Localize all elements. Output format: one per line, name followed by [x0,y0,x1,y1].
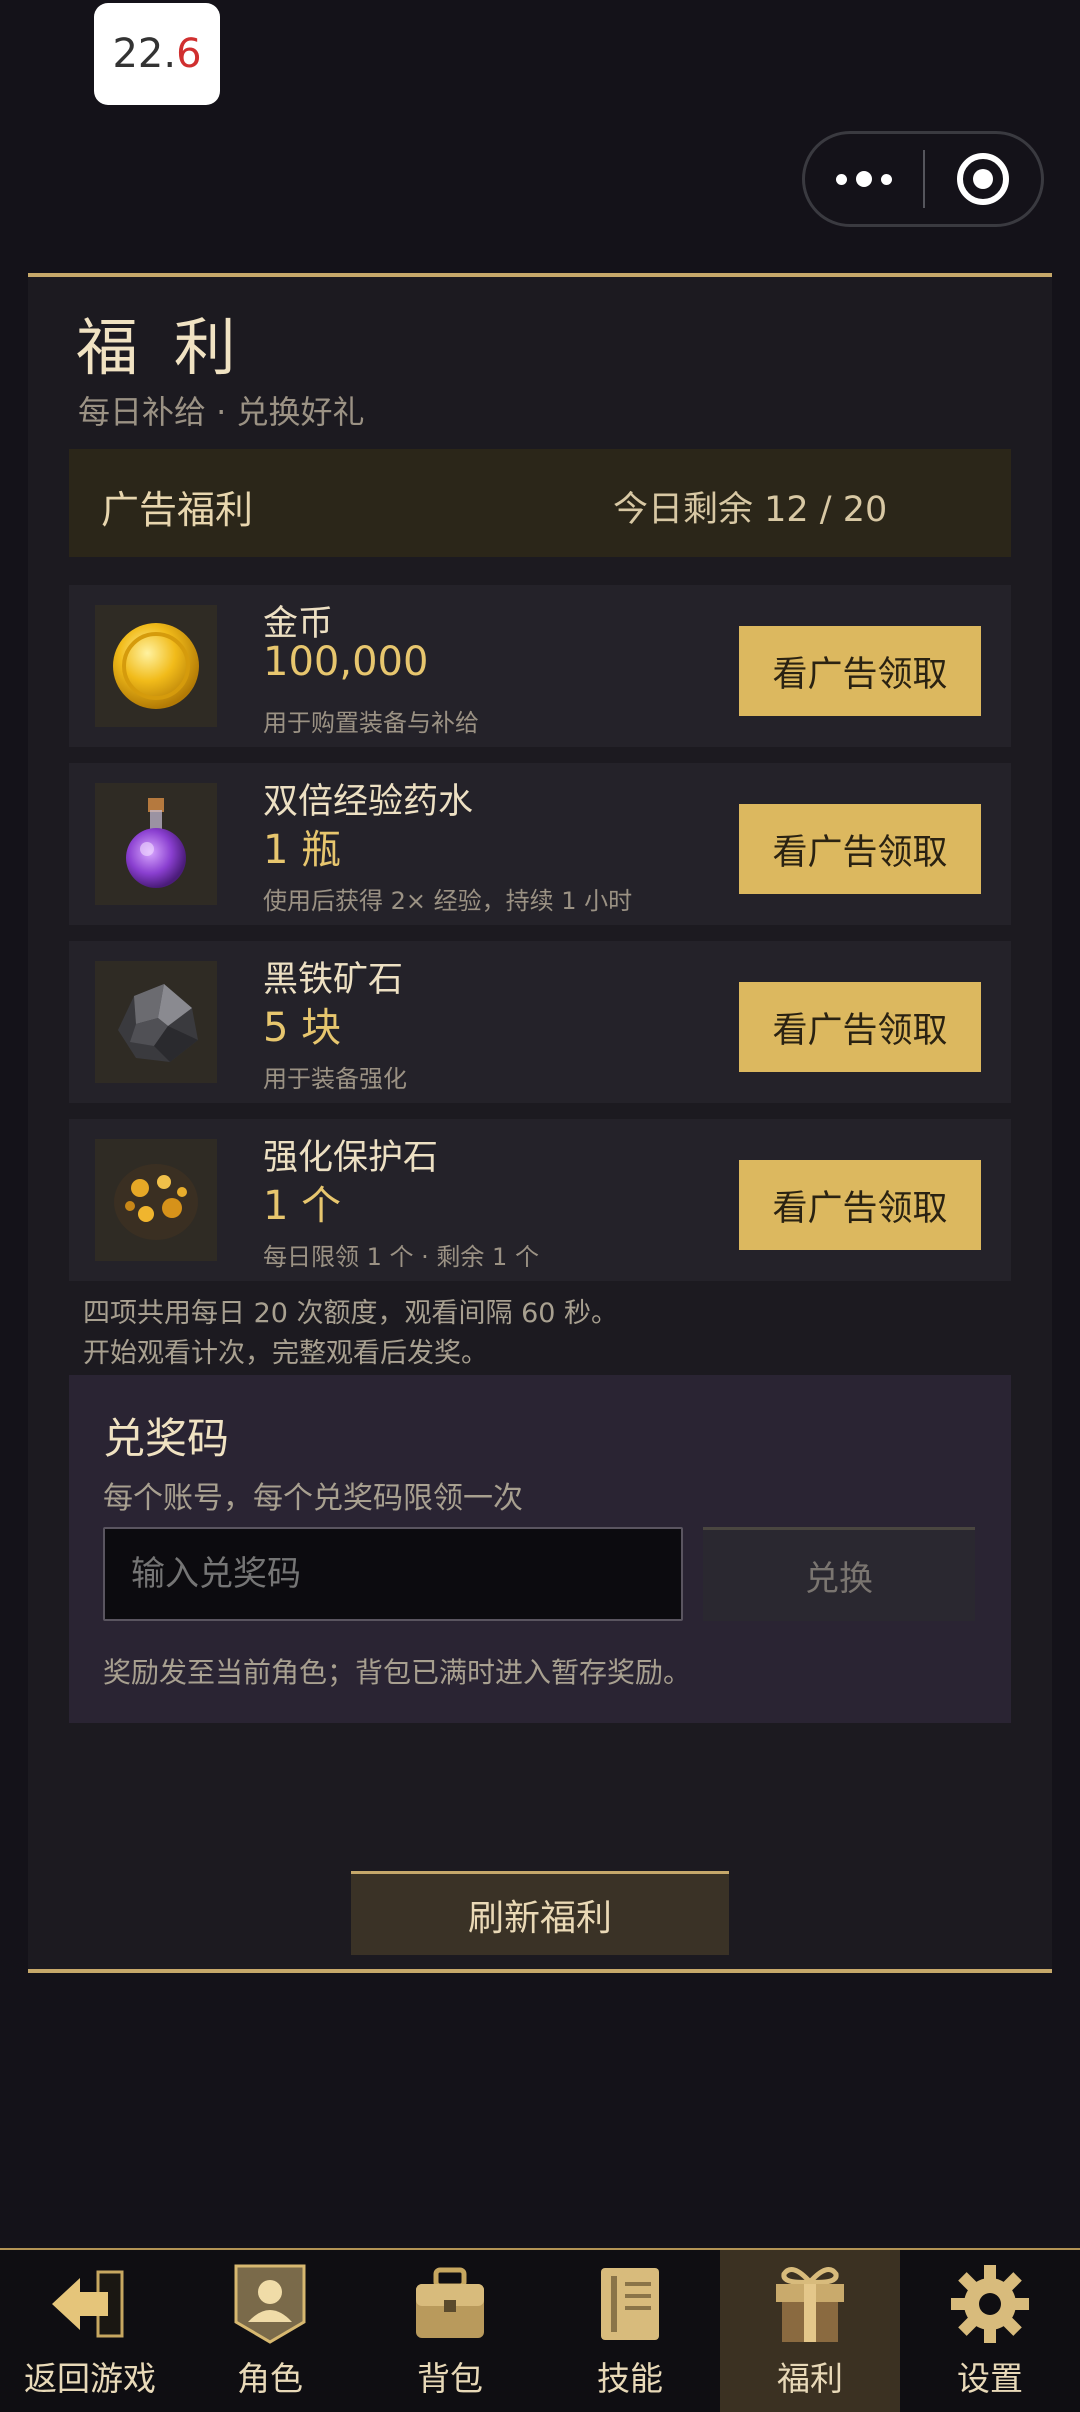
fps-value: 22. [112,31,177,77]
potion-icon [95,783,217,905]
watch-ad-claim-button[interactable]: 看广告领取 [739,982,981,1072]
gold-coin-icon [95,605,217,727]
fps-counter: 22. 6 [94,3,220,105]
redeem-footer-note: 奖励发至当前角色；背包已满时进入暂存奖励。 [103,1656,692,1689]
watch-ad-claim-button[interactable]: 看广告领取 [739,804,981,894]
redeem-button[interactable]: 兑换 [703,1527,975,1621]
back-arrow-icon [48,2262,132,2346]
tab-label: 背包 [417,2359,483,2398]
more-dot-icon [836,173,847,185]
tab-label: 技能 [597,2359,663,2398]
tab-welfare[interactable]: 福利 [720,2250,900,2412]
tab-skills[interactable]: 技能 [540,2250,720,2412]
redeem-title: 兑奖码 [103,1414,230,1463]
tab-label: 角色 [237,2359,303,2398]
ad-quota-note: 四项共用每日 20 次额度，观看间隔 60 秒。 [83,1298,619,1329]
ad-welfare-label: 广告福利 [101,488,254,532]
tab-back-to-game[interactable]: 返回游戏 [0,2250,180,2412]
item-description: 用于装备强化 [263,1065,407,1093]
redeem-code-section: 兑奖码 每个账号，每个兑奖码限领一次 兑换 奖励发至当前角色；背包已满时进入暂存… [69,1375,1011,1723]
page-title: 福 利 [76,311,244,384]
watch-ad-claim-button[interactable]: 看广告领取 [739,626,981,716]
item-description: 使用后获得 2× 经验，持续 1 小时 [263,887,633,915]
close-miniprogram-button[interactable] [925,134,1041,224]
reward-item-gold: 金币 100,000 用于购置装备与补给 看广告领取 [69,585,1011,747]
more-menu-button[interactable] [805,134,923,224]
redeem-subtitle: 每个账号，每个兑奖码限领一次 [103,1481,523,1516]
target-icon [957,153,1009,205]
item-quantity: 1 瓶 [263,827,342,873]
ad-welfare-header: 广告福利 今日剩余 12 / 20 [69,449,1011,557]
bag-icon [408,2262,492,2346]
more-dot-icon [856,171,872,187]
reward-item-exp-potion: 双倍经验药水 1 瓶 使用后获得 2× 经验，持续 1 小时 看广告领取 [69,763,1011,925]
ad-remaining-count: 今日剩余 12 / 20 [613,490,888,530]
tab-settings[interactable]: 设置 [900,2250,1080,2412]
redeem-code-input[interactable] [103,1527,683,1621]
gear-icon [948,2262,1032,2346]
miniprogram-capsule [802,131,1044,227]
protect-stone-icon [95,1139,217,1261]
refresh-welfare-button[interactable]: 刷新福利 [351,1871,729,1955]
item-description: 每日限领 1 个 · 剩余 1 个 [263,1243,539,1271]
more-dot-icon [881,173,892,185]
gift-icon [768,2262,852,2346]
watch-ad-claim-button[interactable]: 看广告领取 [739,1160,981,1250]
tab-label: 设置 [957,2359,1023,2398]
tab-label: 返回游戏 [24,2359,156,2398]
iron-ore-icon [95,961,217,1083]
item-quantity: 1 个 [263,1183,342,1229]
fps-decimal: 6 [176,31,202,77]
tab-label: 福利 [777,2359,843,2398]
ad-watch-note: 开始观看计次，完整观看后发奖。 [83,1338,488,1369]
item-quantity: 100,000 [263,639,429,685]
character-icon [228,2262,312,2346]
skill-book-icon [588,2262,672,2346]
page-subtitle: 每日补给 · 兑换好礼 [78,393,365,431]
item-description: 用于购置装备与补给 [263,709,479,737]
tab-character[interactable]: 角色 [180,2250,360,2412]
reward-item-protect-stone: 强化保护石 1 个 每日限领 1 个 · 剩余 1 个 看广告领取 [69,1119,1011,1281]
tab-bag[interactable]: 背包 [360,2250,540,2412]
reward-item-iron-ore: 黑铁矿石 5 块 用于装备强化 看广告领取 [69,941,1011,1103]
item-quantity: 5 块 [263,1005,342,1051]
bottom-tab-bar: 返回游戏 角色 背包 技能 福利 设置 [0,2248,1080,2412]
welfare-panel: 福 利 每日补给 · 兑换好礼 广告福利 今日剩余 12 / 20 金币 100… [28,273,1052,1973]
